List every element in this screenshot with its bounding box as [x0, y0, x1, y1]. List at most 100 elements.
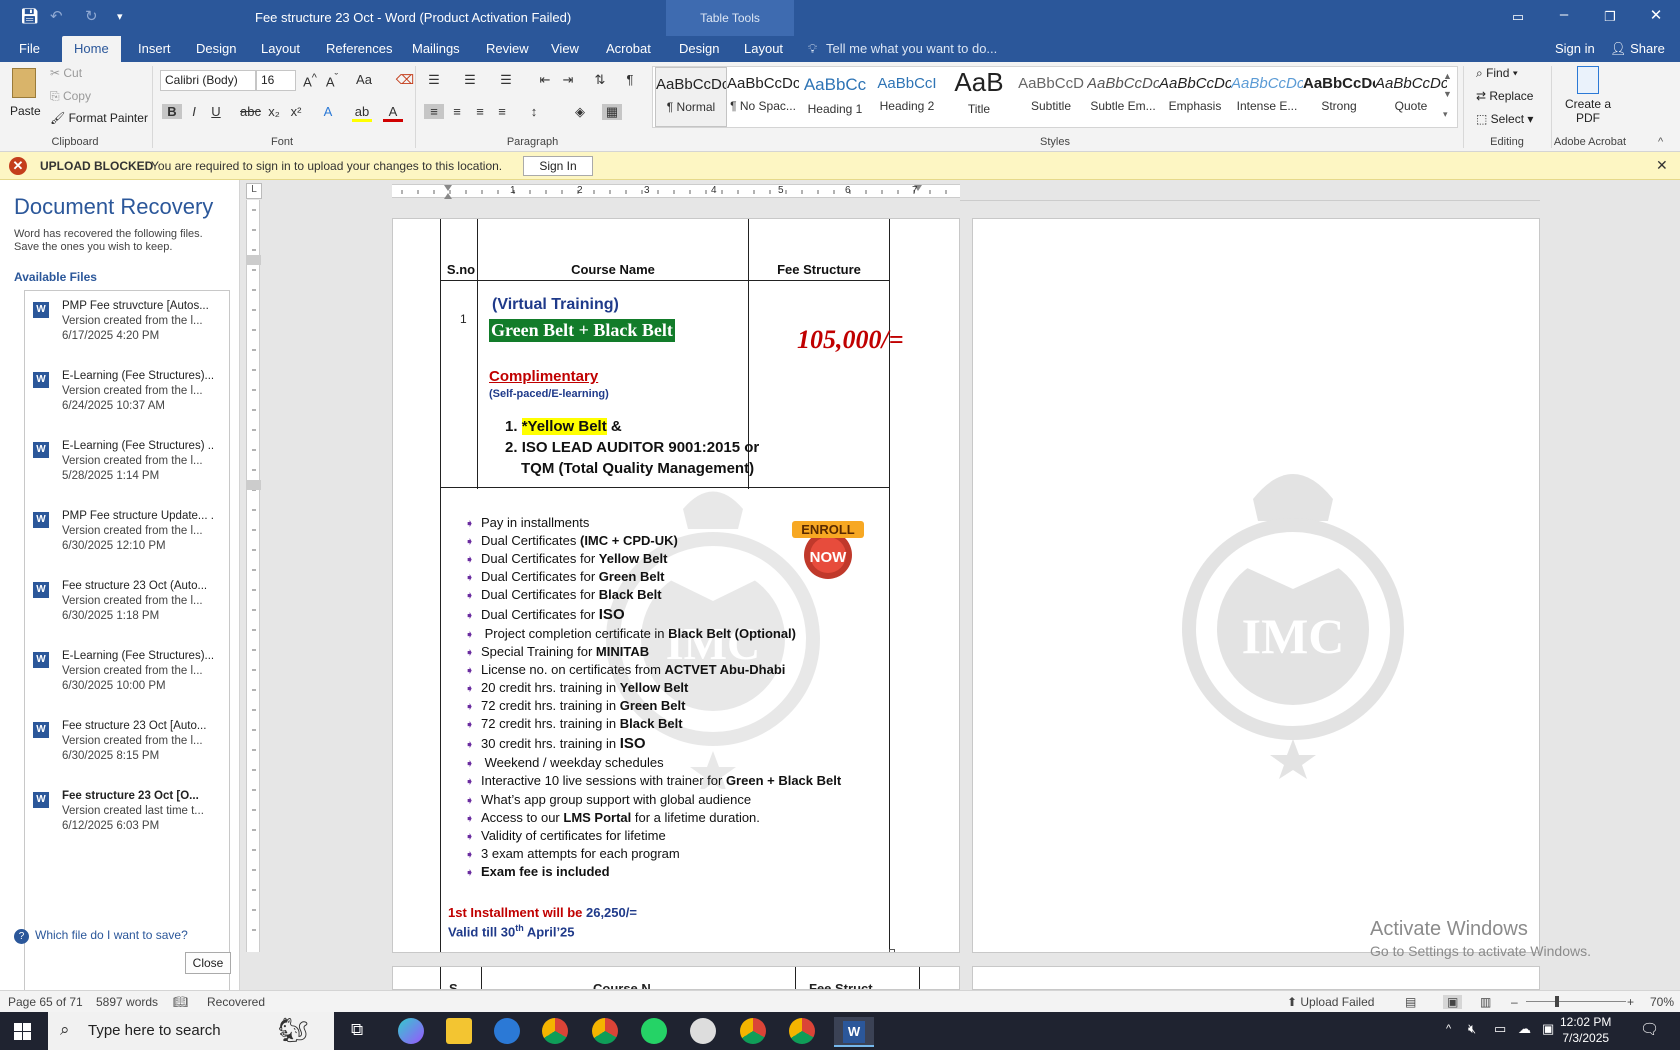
zoom-slider[interactable]: [1526, 1001, 1626, 1002]
network-icon[interactable]: ▣: [1542, 1021, 1554, 1037]
proofing-icon[interactable]: 📖︎: [173, 995, 188, 1009]
align-right-icon[interactable]: ≡: [470, 104, 490, 119]
tab-mailings[interactable]: Mailings: [412, 41, 460, 56]
system-clock[interactable]: 12:02 PM 7/3/2025: [1560, 1014, 1611, 1046]
bullets-icon[interactable]: ☰: [424, 72, 444, 88]
recovered-file-item[interactable]: W E-Learning (Fee Structures) .. Version c…: [33, 439, 229, 505]
decrease-indent-icon[interactable]: ⇤: [535, 72, 555, 88]
style-strong[interactable]: AaBbCcDc Strong: [1303, 67, 1375, 127]
which-file-help-link[interactable]: ? Which file do I want to save?: [14, 928, 188, 944]
chrome-icon[interactable]: [542, 1018, 568, 1044]
redo-icon[interactable]: ↻: [85, 7, 98, 25]
show-hidden-icons[interactable]: ^: [1446, 1023, 1451, 1035]
taskbar-search[interactable]: ⌕ Type here to search 🐿︎: [48, 1012, 334, 1050]
align-center-icon[interactable]: ≡: [447, 104, 467, 119]
styles-scroll-down-icon[interactable]: ▼: [1443, 89, 1452, 99]
clock-app-icon[interactable]: [690, 1018, 716, 1044]
tab-design[interactable]: Design: [196, 41, 236, 56]
subscript-icon[interactable]: x₂: [264, 104, 284, 119]
table-resize-handle[interactable]: [889, 949, 895, 952]
minimize-button[interactable]: –: [1541, 6, 1587, 23]
upload-failed-status[interactable]: ⬆︎ Upload Failed: [1287, 995, 1374, 1009]
ribbon-display-options-icon[interactable]: ▭: [1495, 9, 1541, 25]
copy-button[interactable]: ⎘ Copy: [50, 89, 91, 104]
underline-icon[interactable]: U: [206, 104, 226, 119]
chrome-icon[interactable]: [740, 1018, 766, 1044]
read-mode-icon[interactable]: ▤: [1405, 995, 1416, 1009]
numbering-icon[interactable]: ☰: [460, 72, 480, 88]
increase-indent-icon[interactable]: ⇥: [558, 72, 578, 88]
style-title[interactable]: AaB Title: [943, 67, 1015, 127]
document-page[interactable]: IMC: [972, 218, 1540, 953]
save-icon[interactable]: 💾︎: [20, 7, 39, 25]
chrome-icon[interactable]: [789, 1018, 815, 1044]
italic-icon[interactable]: I: [184, 104, 204, 119]
collapse-ribbon-icon[interactable]: ^: [1658, 136, 1663, 148]
tab-layout[interactable]: Layout: [261, 41, 300, 56]
style-subtitle[interactable]: AaBbCcD Subtitle: [1015, 67, 1087, 127]
grow-font-icon[interactable]: A^: [300, 72, 320, 89]
select-button[interactable]: ⬚ Select ▾: [1476, 112, 1533, 126]
recovered-file-item[interactable]: W PMP Fee struvcture [Autos... Version cre…: [33, 299, 229, 365]
create-pdf-button[interactable]: Create a PDF: [1558, 66, 1618, 128]
app-icon[interactable]: [494, 1018, 520, 1044]
tab-references[interactable]: References: [326, 41, 392, 56]
tab-review[interactable]: Review: [486, 41, 529, 56]
task-view-icon[interactable]: ⧉: [351, 1020, 363, 1040]
highlight-icon[interactable]: ab: [352, 104, 372, 122]
multilevel-list-icon[interactable]: ☰: [496, 72, 516, 88]
close-window-button[interactable]: ✕: [1633, 6, 1679, 24]
recovered-file-item[interactable]: W E-Learning (Fee Structures)... Version c…: [33, 649, 229, 715]
tab-insert[interactable]: Insert: [138, 41, 171, 56]
word-taskbar-button[interactable]: W: [834, 1017, 874, 1047]
recovered-file-item[interactable]: W Fee structure 23 Oct (Auto... Version cr…: [33, 579, 229, 645]
line-spacing-icon[interactable]: ↕: [524, 104, 544, 119]
style-emphasis[interactable]: AaBbCcDc Emphasis: [1159, 67, 1231, 127]
superscript-icon[interactable]: x²: [286, 104, 306, 119]
zoom-in-icon[interactable]: +: [1627, 995, 1634, 1009]
tab-selector[interactable]: L: [246, 183, 262, 199]
styles-scroll-up-icon[interactable]: ▲: [1443, 71, 1452, 81]
text-effects-icon[interactable]: A: [318, 104, 338, 119]
zoom-out-icon[interactable]: –: [1511, 995, 1518, 1009]
enroll-now-badge[interactable]: ENROLL NOW: [792, 521, 864, 581]
justify-icon[interactable]: ≡: [492, 104, 512, 119]
recovered-file-item[interactable]: W E-Learning (Fee Structures)... Version c…: [33, 369, 229, 435]
replace-button[interactable]: ⇄ Replace: [1476, 89, 1533, 103]
sort-icon[interactable]: ⇅: [590, 72, 610, 88]
font-name-select[interactable]: Calibri (Body): [160, 70, 256, 91]
styles-more-icon[interactable]: ▾: [1443, 109, 1448, 120]
notifications-icon[interactable]: 🗨︎: [1640, 1020, 1659, 1038]
style-intense-emphasis[interactable]: AaBbCcDc Intense E...: [1231, 67, 1303, 127]
tab-table-design[interactable]: Design: [679, 41, 719, 56]
tab-table-layout[interactable]: Layout: [744, 41, 783, 56]
style-quote[interactable]: AaBbCcDc Quote: [1375, 67, 1447, 127]
style-subtle-emphasis[interactable]: AaBbCcDc Subtle Em...: [1087, 67, 1159, 127]
sign-in-button[interactable]: Sign In: [523, 156, 593, 176]
print-layout-icon[interactable]: ▣: [1443, 995, 1463, 1009]
shrink-font-icon[interactable]: Aˇ: [322, 72, 342, 89]
font-size-select[interactable]: 16: [256, 70, 296, 91]
share-button[interactable]: 👤︎ Share: [1610, 41, 1665, 57]
windows-start-icon[interactable]: [14, 1023, 31, 1040]
format-painter-button[interactable]: 🖌︎ Format Painter: [50, 111, 148, 125]
change-case-icon[interactable]: Aa: [354, 72, 374, 87]
close-icon[interactable]: ✕: [1656, 157, 1668, 174]
zoom-level[interactable]: 70%: [1650, 995, 1674, 1009]
page-count[interactable]: Page 65 of 71: [8, 995, 83, 1009]
borders-icon[interactable]: ▦: [602, 104, 622, 120]
style-heading-1[interactable]: AaBbCc Heading 1: [799, 67, 871, 127]
show-hide-icon[interactable]: ¶: [620, 72, 640, 87]
restore-button[interactable]: ❐: [1587, 9, 1633, 25]
recovered-file-item[interactable]: W PMP Fee structure Update... . Version cr…: [33, 509, 229, 575]
tab-file[interactable]: File: [19, 41, 40, 56]
paste-button[interactable]: Paste: [8, 66, 42, 126]
style-normal[interactable]: AaBbCcDc ¶ Normal: [655, 67, 727, 127]
tell-me-search[interactable]: Tell me what you want to do...: [826, 41, 997, 56]
shading-icon[interactable]: ◈: [570, 104, 590, 120]
web-layout-icon[interactable]: ▥: [1480, 995, 1491, 1009]
onedrive-icon[interactable]: ☁︎: [1518, 1021, 1531, 1037]
cut-button[interactable]: ✂ Cut: [50, 66, 82, 80]
file-explorer-icon[interactable]: [446, 1018, 472, 1044]
undo-icon[interactable]: ↶: [50, 7, 63, 25]
